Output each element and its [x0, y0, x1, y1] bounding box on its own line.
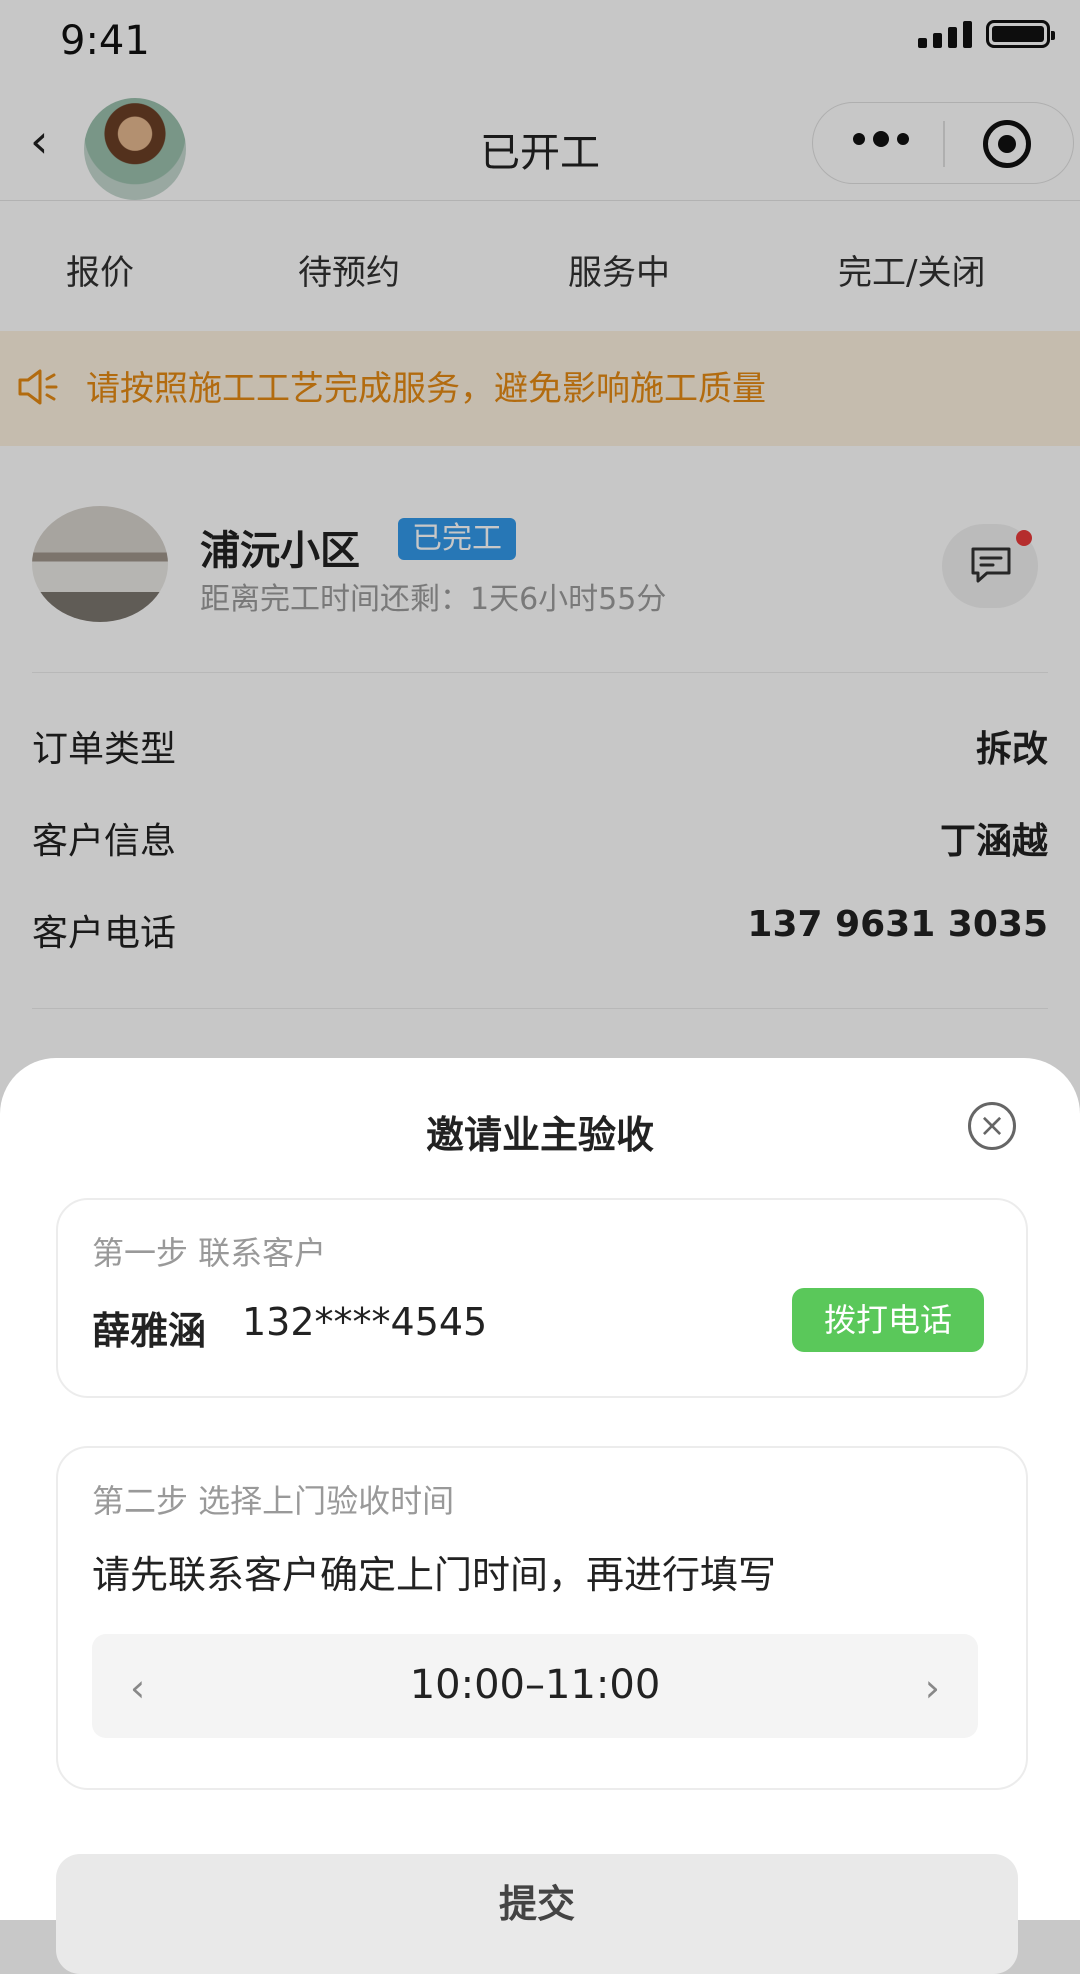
step-one-title: 第一步 联系客户 — [92, 1234, 327, 1272]
instruction-text: 请先联系客户确定上门时间，再进行填写 — [92, 1553, 777, 1597]
time-selector[interactable]: ‹ 10:00–11:00 › — [92, 1634, 978, 1738]
close-icon: × — [978, 1106, 1006, 1144]
contact-name: 薛雅涵 — [92, 1309, 207, 1353]
time-slot-value: 10:00–11:00 — [409, 1662, 661, 1708]
invite-acceptance-sheet: 邀请业主验收 × 第一步 联系客户 薛雅涵 132****4545 拨打电话 第… — [0, 1058, 1080, 1974]
close-button[interactable]: × — [968, 1102, 1016, 1150]
submit-button[interactable]: 提交 — [56, 1854, 1018, 1974]
step-two-title: 第二步 选择上门验收时间 — [92, 1482, 455, 1520]
call-button[interactable]: 拨打电话 — [792, 1288, 984, 1352]
sheet-title: 邀请业主验收 — [425, 1113, 654, 1157]
step-two-card: 第二步 选择上门验收时间 请先联系客户确定上门时间，再进行填写 ‹ 10:00–… — [56, 1446, 1028, 1790]
chevron-right-icon[interactable]: › — [925, 1666, 940, 1710]
contact-phone: 132****4545 — [242, 1300, 488, 1344]
step-one-card: 第一步 联系客户 薛雅涵 132****4545 拨打电话 — [56, 1198, 1028, 1398]
